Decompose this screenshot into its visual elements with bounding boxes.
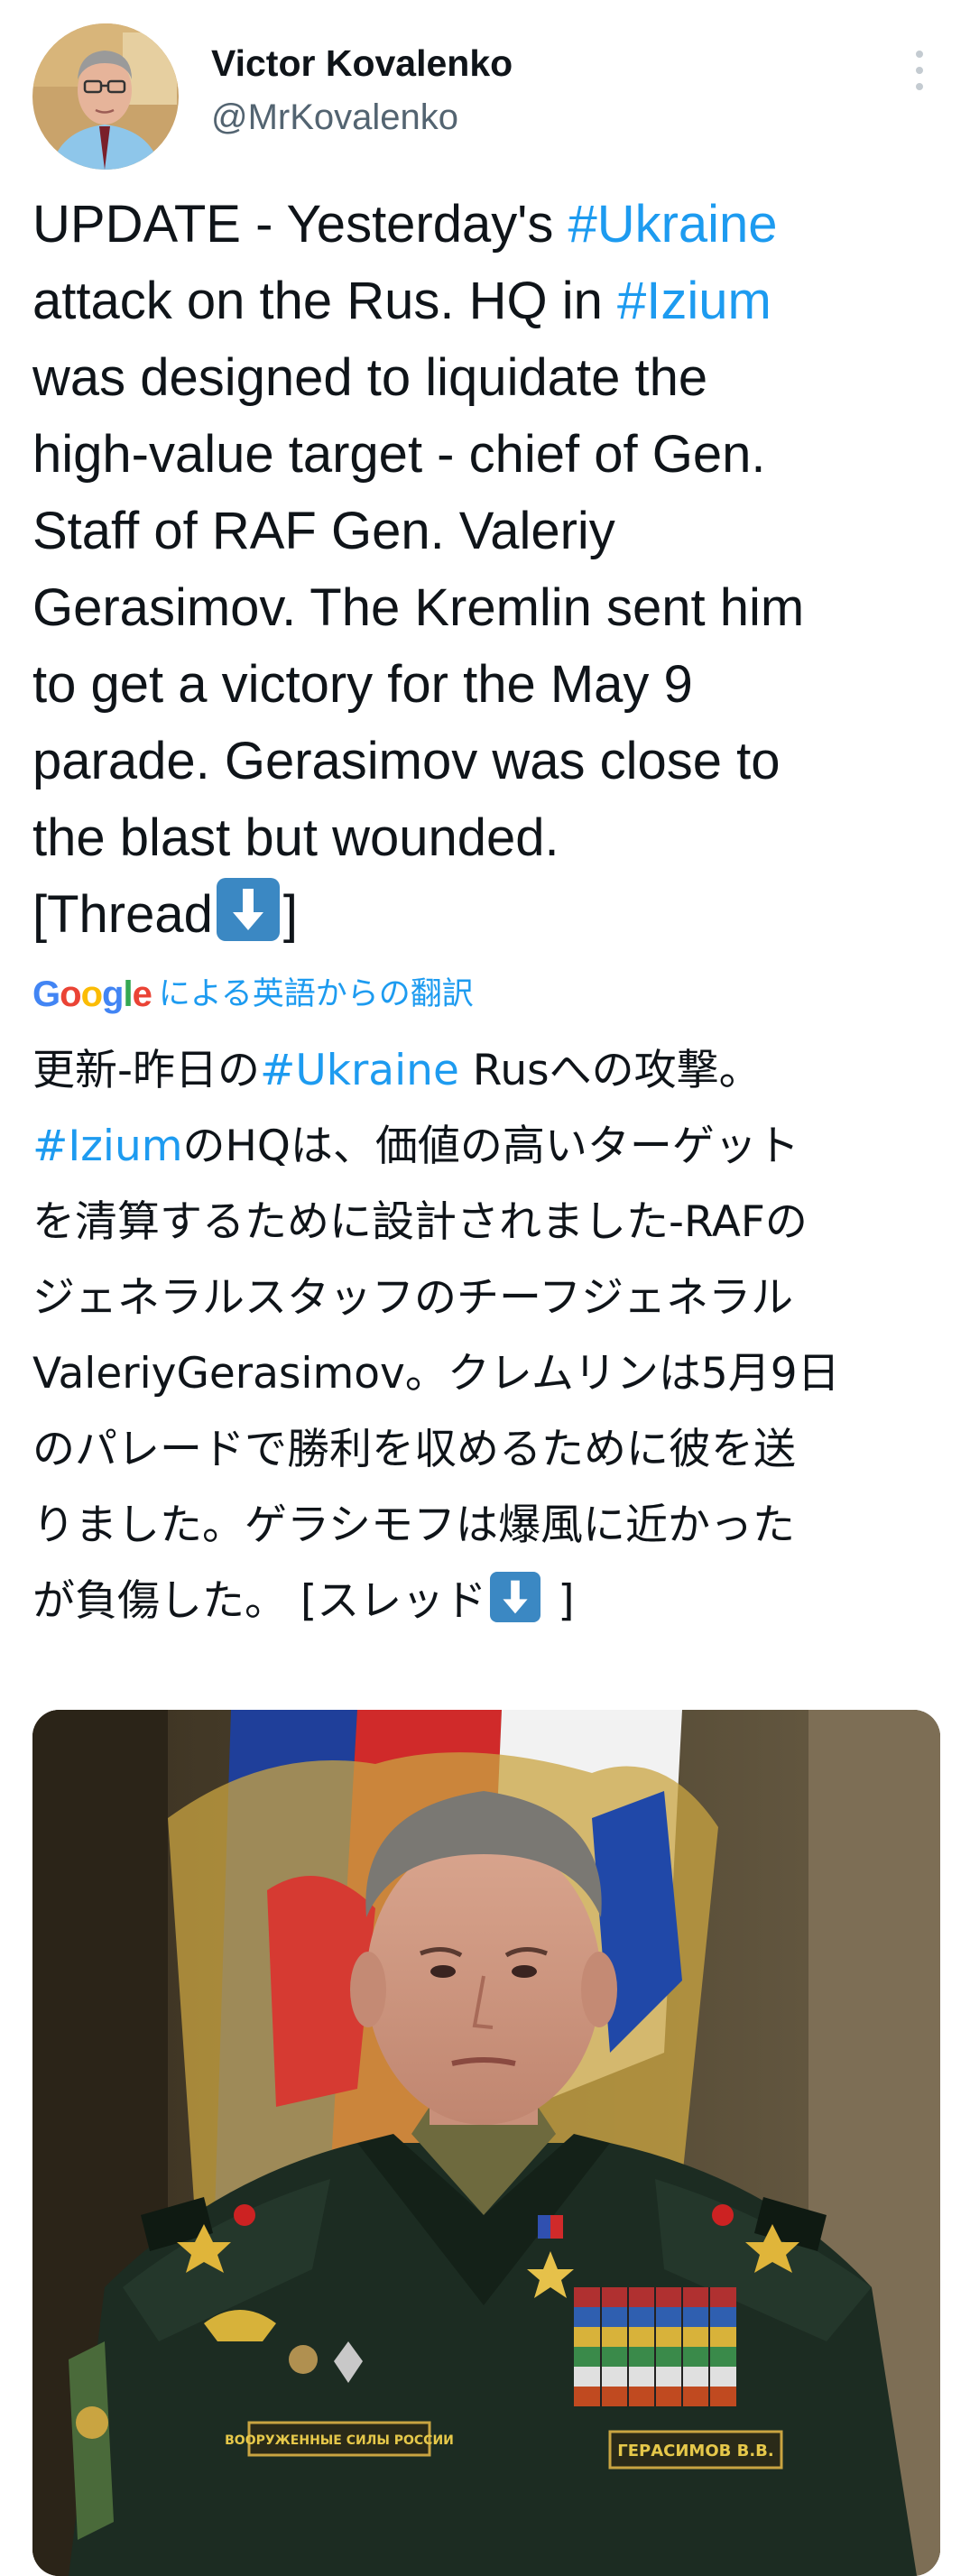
- text-line: ジェネラルスタッフのチーフジェネラル: [32, 1260, 944, 1336]
- text-line: attack on the Rus. HQ in #Izium: [32, 263, 944, 339]
- text-segment: のパレードで勝利を収めるために彼を送: [32, 1425, 796, 1474]
- text-segment: was designed to liquidate the: [32, 348, 708, 407]
- avatar-photo-icon: [32, 23, 179, 170]
- text-line: Staff of RAF Gen. Valeriy: [32, 493, 944, 569]
- text-line: parade. Gerasimov was close to: [32, 723, 944, 799]
- text-line: ValeriyGerasimov。クレムリンは5月9日: [32, 1336, 944, 1412]
- text-line: was designed to liquidate the: [32, 339, 944, 416]
- svg-text:ГЕРАСИМОВ В.В.: ГЕРАСИМОВ В.В.: [617, 2442, 773, 2461]
- translation-label[interactable]: Google による英語からの翻訳: [32, 971, 474, 1018]
- text-segment: Gerasimov. The Kremlin sent him: [32, 578, 805, 637]
- text-segment: to get a victory for the May 9: [32, 655, 693, 714]
- hashtag-link[interactable]: #Ukraine: [568, 195, 777, 254]
- text-segment: high-value target - chief of Gen.: [32, 425, 766, 484]
- tweet: Victor Kovalenko @MrKovalenko UPDATE - Y…: [0, 0, 970, 2576]
- text-line: UPDATE - Yesterday's #Ukraine: [32, 186, 944, 263]
- text-segment: が負傷した。 [スレッド: [32, 1576, 487, 1626]
- hashtag-link[interactable]: #Ukraine: [260, 1046, 459, 1095]
- down-arrow-emoji-icon: [216, 878, 280, 941]
- svg-text:ВООРУЖЕННЫЕ СИЛЫ РОССИИ: ВООРУЖЕННЫЕ СИЛЫ РОССИИ: [225, 2433, 454, 2448]
- text-line: #IziumのHQは、価値の高いターゲット: [32, 1109, 944, 1185]
- text-segment: ]: [282, 885, 299, 944]
- text-segment: りました。ゲラシモフは爆風に近かった: [32, 1500, 796, 1550]
- text-segment: のHQは、価値の高いターゲット: [182, 1122, 799, 1171]
- text-segment: [Thread: [32, 885, 213, 944]
- text-line: Gerasimov. The Kremlin sent him: [32, 569, 944, 646]
- text-line: to get a victory for the May 9: [32, 646, 944, 723]
- author-handle[interactable]: @MrKovalenko: [211, 92, 513, 143]
- text-segment: ]: [544, 1576, 575, 1626]
- hashtag-link[interactable]: #Izium: [617, 272, 771, 330]
- text-segment: を清算するために設計されました-RAFの: [32, 1197, 808, 1247]
- translation-source-label: による英語からの翻訳: [158, 976, 474, 1012]
- media-photo-image: ВООРУЖЕННЫЕ СИЛЫ РОССИИ ГЕРАСИМОВ В.В.: [32, 1710, 940, 2576]
- text-line: high-value target - chief of Gen.: [32, 416, 944, 493]
- author-avatar[interactable]: [32, 23, 179, 170]
- down-arrow-emoji-icon: [490, 1572, 541, 1622]
- tweet-text: UPDATE - Yesterday's #Ukraine attack on t…: [32, 186, 944, 953]
- text-segment: Rusへの攻撃。: [458, 1046, 762, 1095]
- text-segment: ValeriyGerasimov。クレムリンは5月9日: [32, 1349, 840, 1399]
- more-vertical-icon: [916, 51, 923, 90]
- hashtag-link[interactable]: #Izium: [32, 1122, 183, 1171]
- text-segment: ジェネラルスタッフのチーフジェネラル: [32, 1273, 794, 1323]
- more-options-button[interactable]: [901, 43, 938, 97]
- text-line: 更新-昨日の#Ukraine Rusへの攻撃。: [32, 1033, 944, 1109]
- text-segment: 更新-昨日の: [32, 1046, 260, 1095]
- author-display-name[interactable]: Victor Kovalenko: [211, 40, 513, 87]
- text-segment: parade. Gerasimov was close to: [32, 732, 781, 790]
- text-segment: Staff of RAF Gen. Valeriy: [32, 502, 615, 560]
- text-line: the blast but wounded.: [32, 799, 944, 876]
- text-line: のパレードで勝利を収めるために彼を送: [32, 1412, 944, 1488]
- text-line: りました。ゲラシモフは爆風に近かった: [32, 1488, 944, 1564]
- google-logo: Google: [32, 974, 152, 1014]
- tweet-header: Victor Kovalenko @MrKovalenko: [32, 23, 938, 170]
- text-segment: attack on the Rus. HQ in: [32, 272, 617, 330]
- text-line: を清算するために設計されました-RAFの: [32, 1185, 944, 1260]
- author-names: Victor Kovalenko @MrKovalenko: [211, 40, 513, 143]
- text-segment: the blast but wounded.: [32, 808, 559, 867]
- tweet-media-photo[interactable]: ВООРУЖЕННЫЕ СИЛЫ РОССИИ ГЕРАСИМОВ В.В.: [32, 1710, 940, 2576]
- translated-text: 更新-昨日の#Ukraine Rusへの攻撃。 #IziumのHQは、価値の高いタ…: [32, 1033, 944, 1639]
- text-segment: UPDATE - Yesterday's: [32, 195, 568, 254]
- text-line: が負傷した。 [スレッド ]: [32, 1564, 944, 1639]
- text-line: [Thread]: [32, 876, 944, 953]
